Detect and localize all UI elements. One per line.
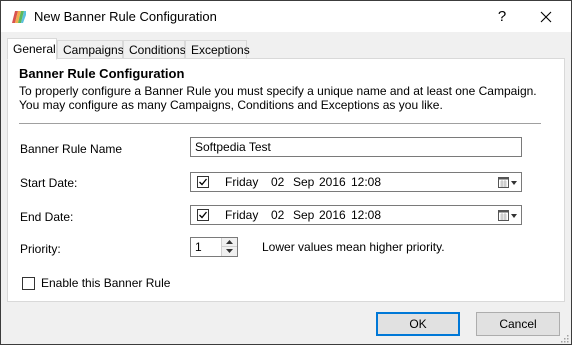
end-time[interactable]: 12:08 (351, 208, 381, 222)
spin-up-button[interactable] (222, 238, 237, 247)
ok-button[interactable]: OK (376, 312, 460, 336)
priority-stepper[interactable]: 1 (190, 237, 238, 257)
window-title: New Banner Rule Configuration (34, 9, 217, 24)
help-button[interactable]: ? (487, 5, 517, 29)
section-title: Banner Rule Configuration (19, 66, 185, 81)
priority-hint: Lower values mean higher priority. (262, 240, 445, 254)
end-date-picker[interactable]: Friday 02 Sep 2016 12:08 (190, 205, 522, 225)
tab-general[interactable]: General (7, 38, 57, 60)
cancel-button[interactable]: Cancel (476, 312, 560, 336)
priority-label: Priority: (20, 242, 61, 256)
end-day[interactable]: 02 (271, 208, 284, 222)
spin-buttons (221, 238, 237, 256)
enable-rule-checkbox[interactable] (22, 277, 35, 290)
end-weekday[interactable]: Friday (225, 208, 258, 222)
start-time[interactable]: 12:08 (351, 175, 381, 189)
app-icon (12, 10, 26, 24)
tab-exceptions[interactable]: Exceptions (185, 40, 250, 58)
close-button[interactable] (531, 5, 561, 29)
calendar-icon[interactable] (498, 176, 518, 189)
spin-up-icon (226, 240, 233, 244)
end-date-label: End Date: (20, 210, 74, 224)
start-day[interactable]: 02 (271, 175, 284, 189)
calendar-icon[interactable] (498, 209, 518, 222)
close-icon (540, 11, 552, 23)
section-description: To properly configure a Banner Rule you … (19, 84, 537, 112)
general-tab-panel: Banner Rule Configuration To properly co… (7, 58, 565, 302)
resize-grip-icon[interactable] (559, 332, 569, 343)
tab-label: Campaigns (63, 43, 124, 57)
banner-rule-name-label: Banner Rule Name (20, 142, 123, 156)
enable-rule-label[interactable]: Enable this Banner Rule (41, 276, 170, 290)
divider (19, 123, 541, 124)
tab-label: Exceptions (191, 43, 250, 57)
tab-label: Conditions (129, 43, 186, 57)
banner-rule-name-input[interactable]: Softpedia Test (190, 137, 522, 157)
checkmark-icon (199, 211, 208, 219)
spin-down-button[interactable] (222, 247, 237, 256)
tab-conditions[interactable]: Conditions (123, 40, 186, 58)
dialog-window: New Banner Rule Configuration ? General … (0, 0, 572, 345)
title-bar[interactable]: New Banner Rule Configuration ? (1, 1, 571, 32)
start-date-picker[interactable]: Friday 02 Sep 2016 12:08 (190, 172, 522, 192)
start-month[interactable]: Sep (293, 175, 314, 189)
start-date-checkbox[interactable] (197, 176, 209, 188)
priority-value[interactable]: 1 (195, 240, 202, 254)
spin-down-icon (226, 249, 233, 253)
tab-label: General (13, 42, 56, 56)
end-year[interactable]: 2016 (319, 208, 346, 222)
start-weekday[interactable]: Friday (225, 175, 258, 189)
tab-campaigns[interactable]: Campaigns (57, 40, 124, 58)
start-date-label: Start Date: (20, 176, 78, 190)
checkmark-icon (199, 178, 208, 186)
end-month[interactable]: Sep (293, 208, 314, 222)
start-year[interactable]: 2016 (319, 175, 346, 189)
end-date-checkbox[interactable] (197, 209, 209, 221)
